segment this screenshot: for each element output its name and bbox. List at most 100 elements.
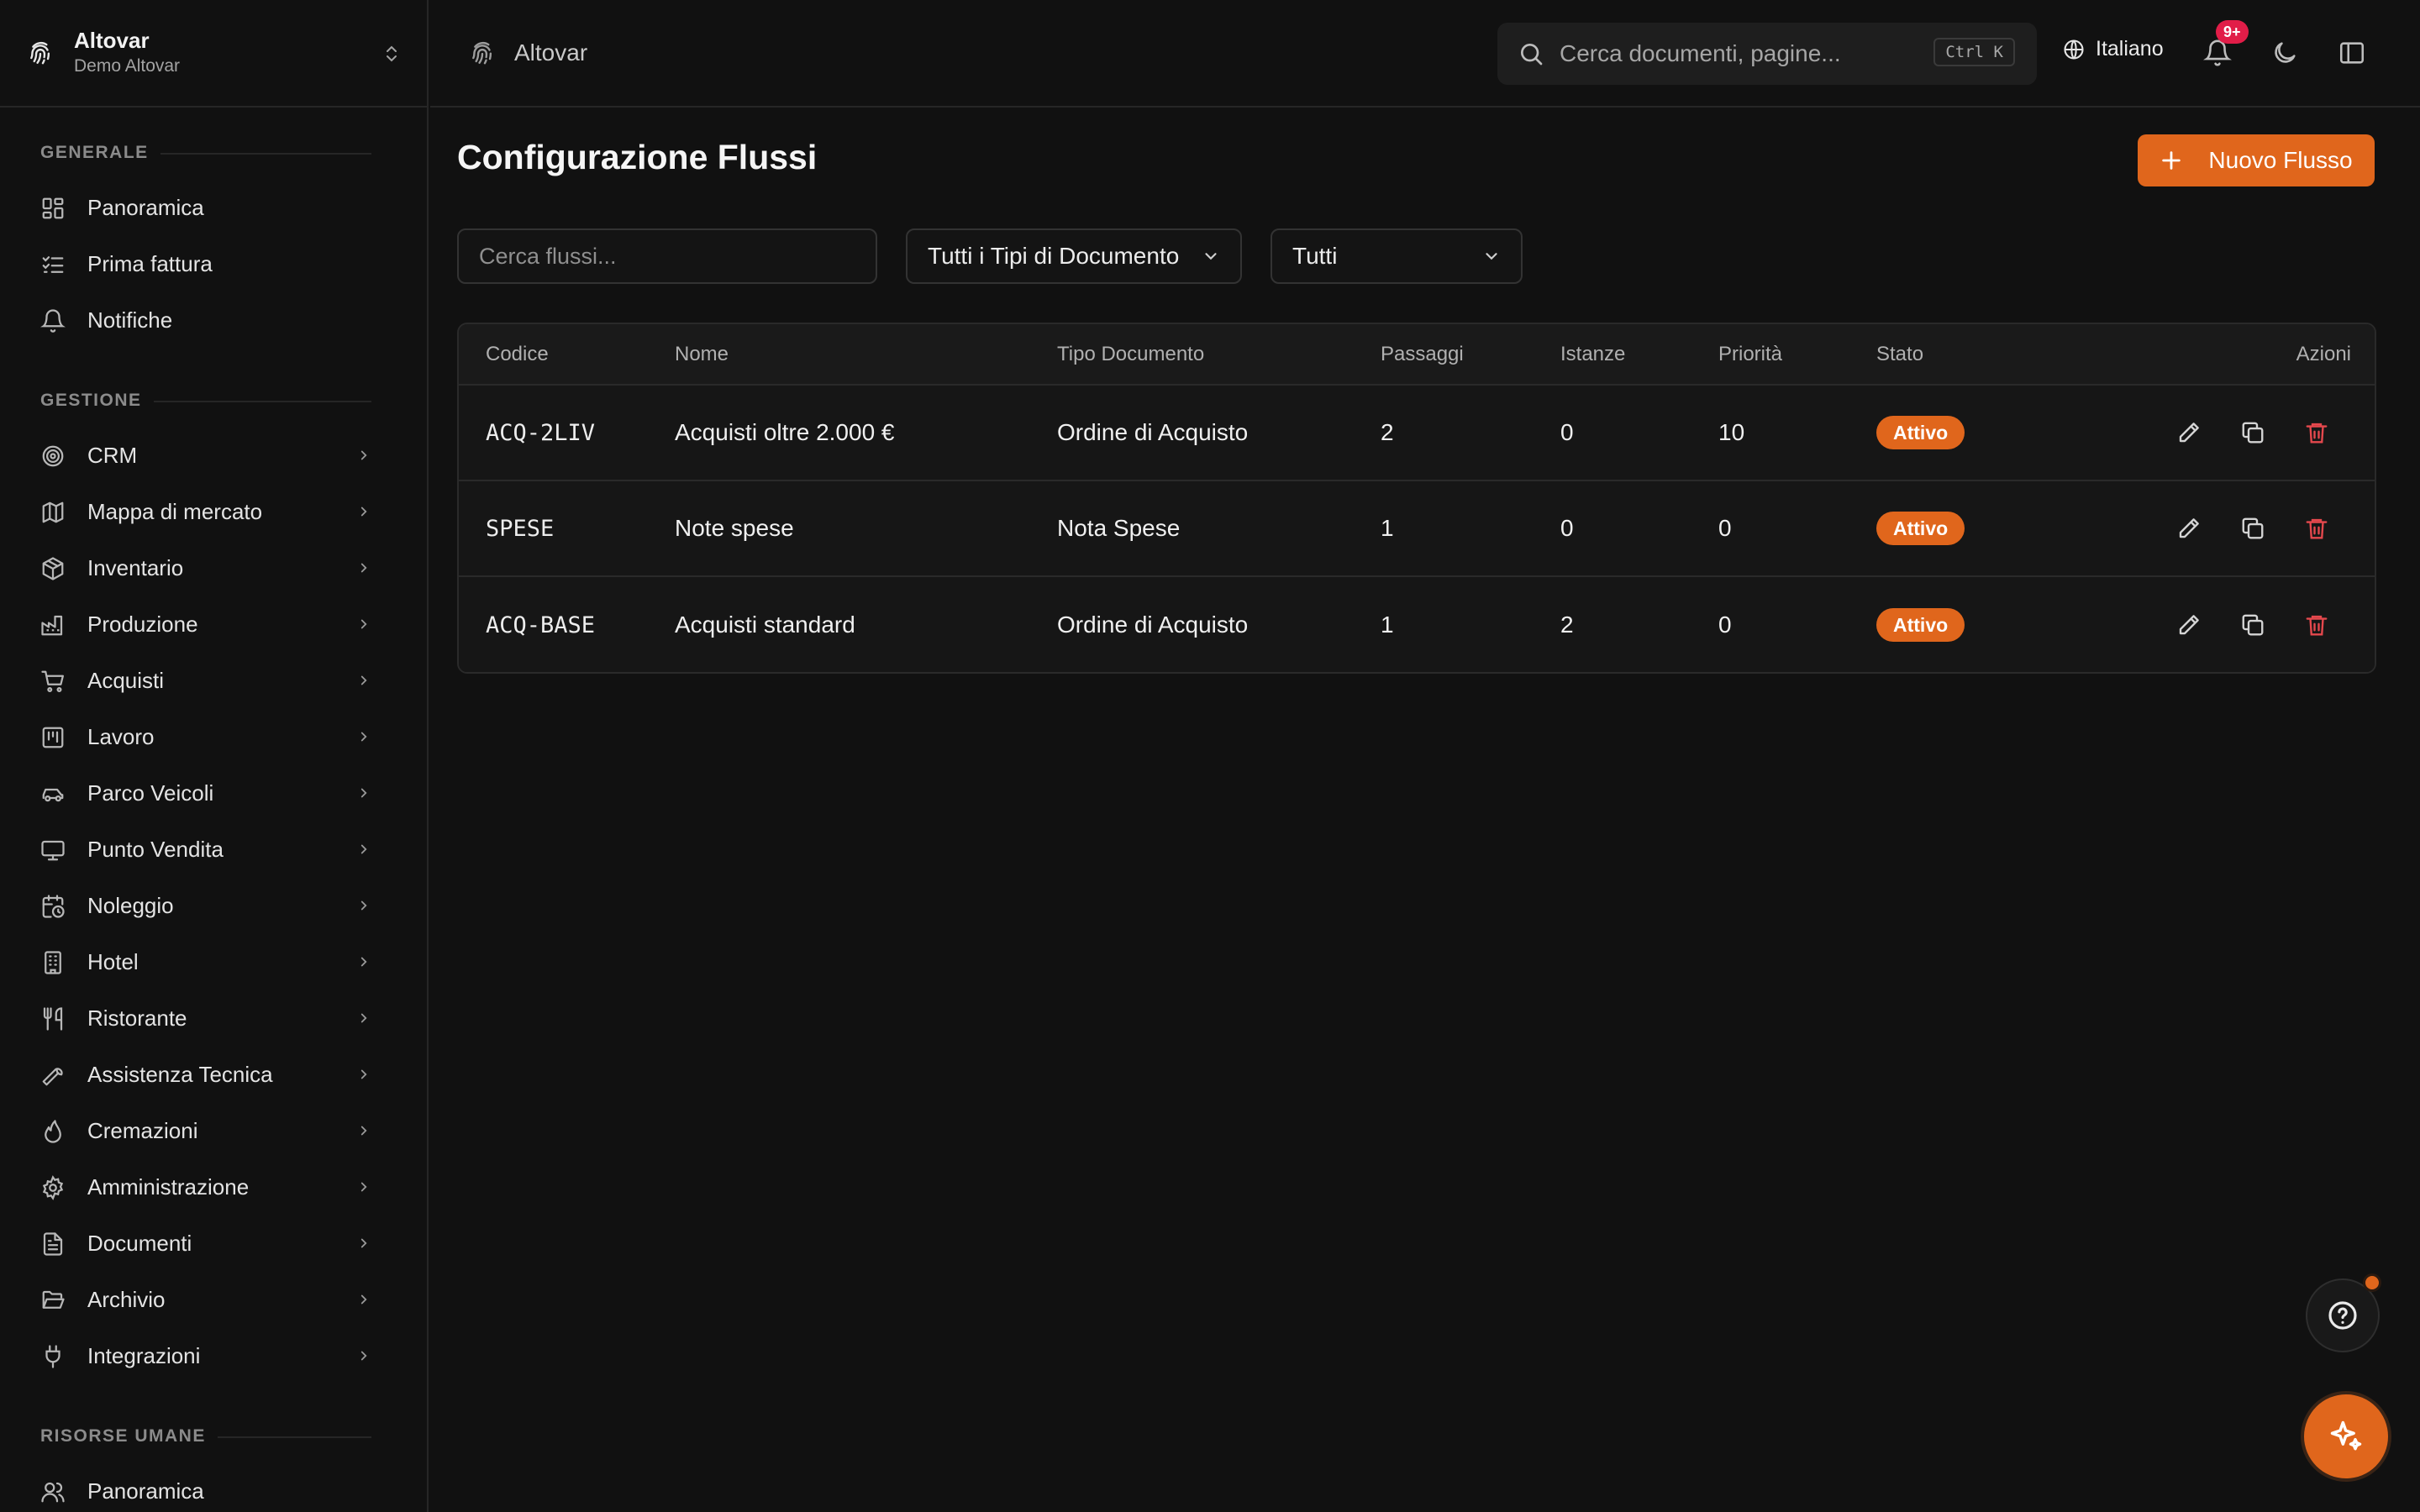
sidebar-item-panoramica[interactable]: Panoramica: [0, 180, 427, 236]
sidebar-item-hr-panoramica[interactable]: Panoramica: [0, 1463, 427, 1512]
sidebar-item-parco-veicoli[interactable]: Parco Veicoli: [0, 765, 427, 822]
trash-icon[interactable]: [2304, 612, 2329, 638]
workspace-name: Altovar: [74, 28, 150, 53]
sidebar-item-label: Prima fattura: [87, 251, 213, 276]
table-row[interactable]: SPESE Note spese Nota Spese 1 0 0 Attivo: [459, 480, 2375, 577]
sidebar-item-label: Archivio: [87, 1287, 166, 1312]
trash-icon[interactable]: [2304, 420, 2329, 445]
sidebar-toggle-icon[interactable]: [2338, 39, 2366, 67]
status-badge: Attivo: [1876, 607, 1965, 642]
sidebar-item-prima-fattura[interactable]: Prima fattura: [0, 236, 427, 292]
header-nome[interactable]: Nome: [675, 324, 1057, 386]
new-flow-button[interactable]: Nuovo Flusso: [2138, 134, 2375, 186]
row-actions: [2128, 420, 2375, 445]
sidebar-item-label: Hotel: [87, 949, 139, 974]
sidebar-item-label: Notifiche: [87, 307, 173, 333]
sidebar-item-notifiche[interactable]: Notifiche: [0, 292, 427, 349]
main-content: Configurazione Flussi Nuovo Flusso Tutti…: [430, 109, 2420, 1512]
sidebar-item-inventario[interactable]: Inventario: [0, 540, 427, 596]
sidebar-item-lavoro[interactable]: Lavoro: [0, 709, 427, 765]
header-codice[interactable]: Codice: [459, 324, 675, 386]
status-select[interactable]: Tutti: [1270, 228, 1523, 284]
factory-icon: [41, 615, 63, 635]
header-tipo-documento[interactable]: Tipo Documento: [1057, 324, 1381, 386]
flow-steps: 2: [1381, 385, 1560, 481]
status-badge: Attivo: [1876, 416, 1965, 449]
sidebar-item-documenti[interactable]: Documenti: [0, 1215, 427, 1272]
row-actions: [2128, 612, 2375, 638]
workspace-switcher[interactable]: Altovar Demo Altovar: [0, 0, 427, 108]
bell-icon: [40, 308, 66, 333]
chevron-right-icon: [360, 844, 367, 854]
sidebar-item-cremazioni[interactable]: Cremazioni: [0, 1103, 427, 1159]
help-circle-icon: [2328, 1301, 2357, 1330]
chevron-right-icon: [360, 1126, 367, 1136]
chevron-right-icon: [360, 619, 367, 629]
help-indicator-dot: [2363, 1273, 2381, 1292]
flow-code: ACQ-BASE: [486, 612, 596, 638]
header-priorita[interactable]: Priorità: [1718, 324, 1876, 386]
breadcrumb[interactable]: Altovar: [469, 39, 587, 66]
sidebar-item-mappa-di-mercato[interactable]: Mappa di mercato: [0, 484, 427, 540]
sidebar-item-label: Mappa di mercato: [87, 499, 263, 524]
global-search-input[interactable]: [1560, 40, 1921, 67]
copy-icon[interactable]: [2240, 516, 2265, 541]
chevrons-up-down-icon: [387, 45, 397, 62]
copy-icon[interactable]: [2240, 612, 2265, 638]
sidebar-item-label: Amministrazione: [87, 1174, 250, 1200]
chevron-right-icon: [360, 507, 367, 517]
chevron-right-icon: [360, 675, 367, 685]
header-stato[interactable]: Stato: [1876, 324, 2128, 386]
trash-icon[interactable]: [2304, 516, 2329, 541]
sidebar-item-integrazioni[interactable]: Integrazioni: [0, 1328, 427, 1384]
header-passaggi[interactable]: Passaggi: [1381, 324, 1560, 386]
sidebar-item-label: Integrazioni: [87, 1343, 201, 1368]
sidebar-item-label: Cremazioni: [87, 1118, 198, 1143]
sidebar-item-amministrazione[interactable]: Amministrazione: [0, 1159, 427, 1215]
sidebar-item-archivio[interactable]: Archivio: [0, 1272, 427, 1328]
sidebar-item-label: Panoramica: [87, 195, 204, 220]
edit-icon[interactable]: [2176, 516, 2202, 541]
chevron-down-icon: [1205, 253, 1217, 260]
notification-badge: 9+: [2216, 20, 2249, 44]
section-title: RISORSE UMANE: [40, 1426, 218, 1446]
chevron-right-icon: [360, 900, 367, 911]
table-header-row: Codice Nome Tipo Documento Passaggi Ista…: [459, 324, 2375, 386]
sidebar-item-label: Documenti: [87, 1231, 192, 1256]
chevron-right-icon: [360, 788, 367, 798]
flow-search-input[interactable]: [457, 228, 877, 284]
page-title: Configurazione Flussi: [457, 138, 818, 176]
sidebar-item-assistenza-tecnica[interactable]: Assistenza Tecnica: [0, 1047, 427, 1103]
flow-doc-type: Ordine di Acquisto: [1057, 385, 1381, 481]
sidebar: Altovar Demo Altovar GENERALE Panoramica…: [0, 0, 429, 1512]
language-label: Italiano: [2096, 37, 2164, 60]
plug-icon: [45, 1344, 60, 1368]
utensils-icon: [43, 1006, 63, 1031]
edit-icon[interactable]: [2176, 420, 2202, 445]
table-row[interactable]: ACQ-BASE Acquisti standard Ordine di Acq…: [459, 576, 2375, 672]
chevron-down-icon: [1486, 253, 1497, 260]
doc-type-select[interactable]: Tutti i Tipi di Documento: [906, 228, 1242, 284]
language-selector[interactable]: Italiano: [2062, 37, 2164, 61]
moon-icon[interactable]: [2270, 39, 2299, 67]
sidebar-item-label: Ristorante: [87, 1005, 187, 1031]
header-azioni: Azioni: [2128, 324, 2375, 386]
wrench-icon: [42, 1067, 63, 1085]
ai-assistant-button[interactable]: [2304, 1394, 2388, 1478]
chevron-right-icon: [360, 1294, 367, 1305]
sidebar-item-hotel[interactable]: Hotel: [0, 934, 427, 990]
sidebar-item-noleggio[interactable]: Noleggio: [0, 878, 427, 934]
chevron-right-icon: [360, 732, 367, 742]
header-istanze[interactable]: Istanze: [1560, 324, 1718, 386]
sidebar-item-acquisti[interactable]: Acquisti: [0, 653, 427, 709]
global-search[interactable]: Ctrl K: [1497, 23, 2037, 85]
sidebar-item-punto-vendita[interactable]: Punto Vendita: [0, 822, 427, 878]
flame-icon: [45, 1119, 61, 1143]
sidebar-item-ristorante[interactable]: Ristorante: [0, 990, 427, 1047]
sidebar-item-crm[interactable]: CRM: [0, 428, 427, 484]
edit-icon[interactable]: [2176, 612, 2202, 638]
table-row[interactable]: ACQ-2LIV Acquisti oltre 2.000 € Ordine d…: [459, 385, 2375, 481]
chevron-right-icon: [360, 450, 367, 460]
copy-icon[interactable]: [2240, 420, 2265, 445]
sidebar-item-produzione[interactable]: Produzione: [0, 596, 427, 653]
